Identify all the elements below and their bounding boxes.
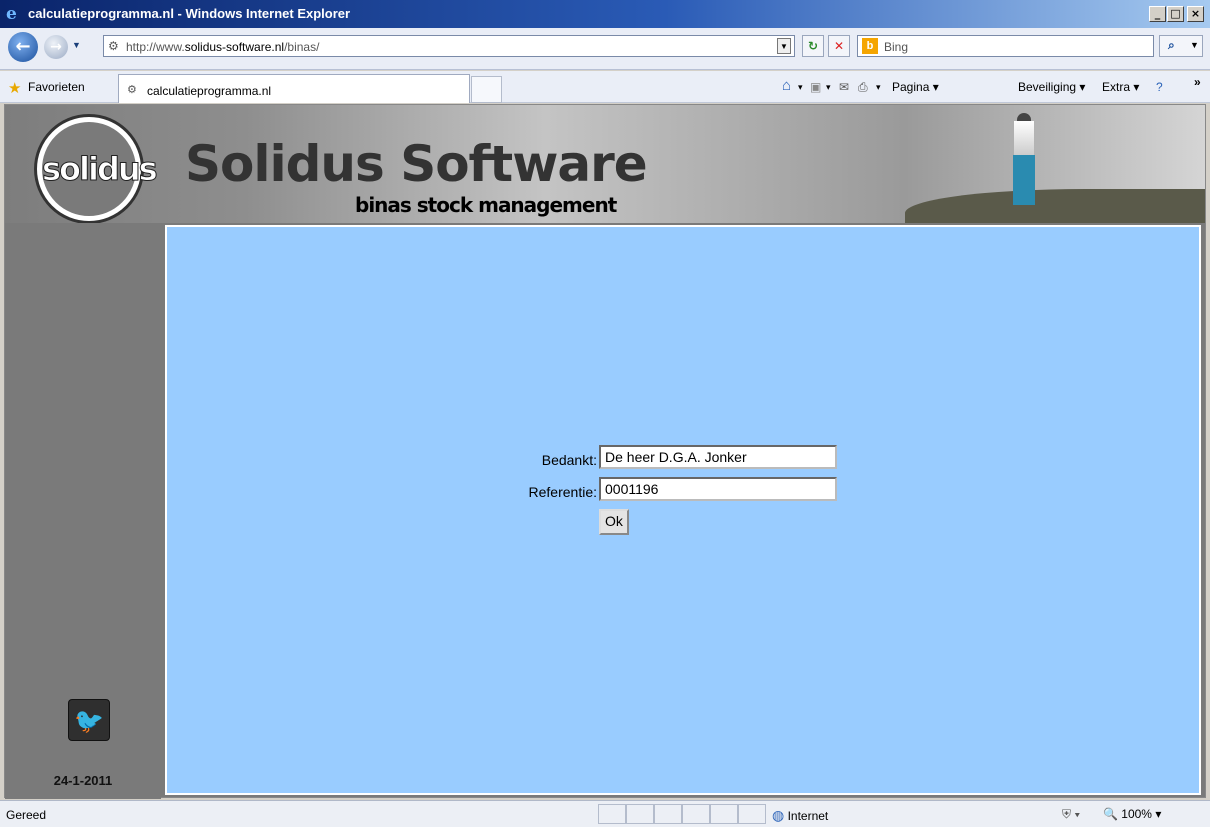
window-title: calculatieprogramma.nl - Windows Interne…	[28, 6, 351, 21]
address-dropdown-button[interactable]: ▼	[777, 38, 791, 54]
protected-mode-icon[interactable]: ⛨ ▾	[1062, 807, 1080, 822]
search-placeholder: Bing	[884, 40, 909, 54]
favorites-button[interactable]: Favorieten	[28, 80, 85, 94]
status-text: Gereed	[6, 808, 47, 822]
recent-pages-dropdown[interactable]: ▼	[72, 40, 81, 50]
solidus-logo: solidus	[37, 117, 159, 221]
lighthouse-tower	[1014, 121, 1034, 155]
referentie-field[interactable]: 0001196	[599, 477, 837, 501]
search-button[interactable]: ⌕ ▼	[1159, 35, 1203, 57]
favorites-star-icon[interactable]: ★	[8, 79, 21, 97]
status-segment	[654, 804, 682, 824]
help-icon[interactable]: ?	[1156, 80, 1163, 94]
home-icon[interactable]: ⌂	[782, 77, 791, 94]
globe-icon: ◍	[772, 807, 785, 823]
status-segment	[738, 804, 766, 824]
url-text: http://www.solidus-software.nl/binas/	[126, 40, 320, 54]
bing-icon: b	[862, 38, 878, 54]
sidebar-date: 24-1-2011	[53, 773, 113, 788]
minimize-button[interactable]: _	[1149, 6, 1166, 22]
browser-tab[interactable]: ⚙ calculatieprogramma.nl	[118, 74, 470, 103]
refresh-button[interactable]: ↻	[802, 35, 824, 57]
tab-label: calculatieprogramma.nl	[147, 84, 272, 98]
maximize-button[interactable]: □	[1167, 6, 1184, 22]
site-brand: Solidus Software	[185, 135, 648, 193]
status-segment	[626, 804, 654, 824]
address-bar[interactable]: ⚙ http://www.solidus-software.nl/binas/	[103, 35, 795, 57]
status-segment	[598, 804, 626, 824]
zoom-control[interactable]: 🔍 100% ▾	[1103, 807, 1161, 821]
security-zone[interactable]: ◍ Internet	[772, 807, 828, 824]
dune-image	[905, 189, 1205, 223]
search-options-dropdown[interactable]: ▼	[1190, 40, 1199, 50]
more-commands-icon[interactable]: »	[1194, 75, 1201, 89]
security-menu[interactable]: Beveiliging ▾	[1018, 80, 1085, 94]
search-icon: ⌕	[1168, 38, 1175, 52]
zoom-level: 100%	[1121, 807, 1152, 821]
home-dropdown-icon[interactable]: ▾	[798, 82, 803, 93]
ok-button[interactable]: Ok	[599, 509, 629, 535]
mail-icon[interactable]: ✉	[839, 80, 849, 94]
zone-label: Internet	[787, 809, 829, 823]
close-button[interactable]: ×	[1187, 6, 1204, 22]
stop-button[interactable]: ✕	[828, 35, 850, 57]
ie-logo-icon: e	[6, 4, 17, 24]
feeds-icon[interactable]: ▣	[810, 80, 821, 94]
logo-text: solidus	[42, 150, 159, 189]
search-input[interactable]: b Bing	[857, 35, 1154, 57]
bedankt-field[interactable]: De heer D.G.A. Jonker	[599, 445, 837, 469]
extra-menu[interactable]: Extra ▾	[1102, 80, 1139, 94]
tab-favicon-icon: ⚙	[127, 84, 137, 96]
referentie-label: Referentie:	[528, 484, 597, 500]
lighthouse-base	[1013, 155, 1035, 205]
web-page: solidus Solidus Software binas stock man…	[4, 104, 1206, 799]
twitter-icon[interactable]: 🐦	[68, 699, 110, 741]
print-icon[interactable]: ⎙	[858, 80, 868, 95]
page-menu[interactable]: Pagina ▾	[892, 80, 939, 94]
feeds-dropdown-icon[interactable]: ▾	[826, 82, 831, 93]
status-bar: Gereed ◍ Internet ⛨ ▾ 🔍 100% ▾	[0, 800, 1210, 827]
forward-button[interactable]: →	[44, 35, 68, 59]
bedankt-label: Bedankt:	[541, 452, 597, 468]
site-tagline: binas stock management	[355, 193, 617, 217]
new-tab-button[interactable]	[471, 76, 502, 103]
site-favicon-icon: ⚙	[108, 39, 119, 53]
back-button[interactable]: ←	[8, 32, 38, 62]
content-area: Bedankt: De heer D.G.A. Jonker Referenti…	[165, 225, 1201, 795]
title-bar: e calculatieprogramma.nl - Windows Inter…	[0, 0, 1210, 28]
print-dropdown-icon[interactable]: ▾	[876, 82, 881, 93]
favorites-bar: ★ Favorieten ⚙ calculatieprogramma.nl ⌂ …	[0, 71, 1210, 103]
status-segment	[682, 804, 710, 824]
address-toolbar: ← → ▼ ⚙ http://www.solidus-software.nl/b…	[0, 28, 1210, 70]
status-segment	[710, 804, 738, 824]
site-header: solidus Solidus Software binas stock man…	[5, 105, 1205, 223]
